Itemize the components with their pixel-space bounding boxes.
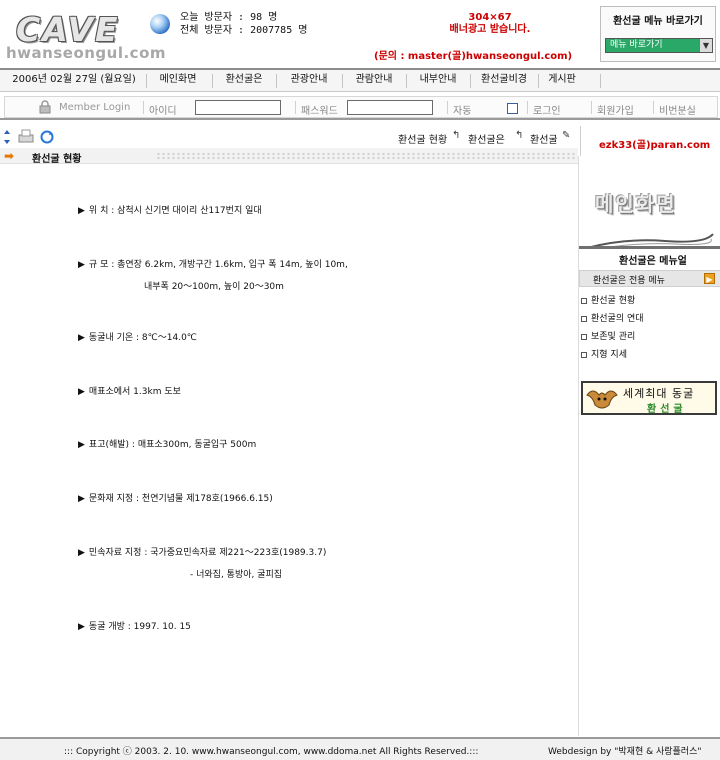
right-sidebar: 메인화면 환선굴은 메뉴얼 환선굴은 전용 메뉴 ▶ 환선굴 현황 환선굴의 연… — [578, 156, 720, 736]
triangle-bullet-icon: ▶ — [78, 206, 85, 216]
return-arrow-icon: ↰ — [515, 130, 524, 141]
quick-menu-select[interactable]: 메뉴 바로가기 ▼ — [605, 38, 713, 53]
arrow-right-icon[interactable]: ▶ — [704, 273, 715, 284]
page-toolbar: 환선굴 현황 ↰ 환선굴은 ↰ 환선굴 ✎ — [0, 124, 578, 150]
square-bullet-icon — [581, 297, 587, 304]
menu-item-home[interactable]: 메인화면 — [148, 70, 208, 92]
side-submenu-header[interactable]: 환선굴은 전용 메뉴 ▶ — [579, 270, 720, 287]
page-title: 환선굴 현황 — [32, 154, 82, 165]
contact-email-address[interactable]: ezk33(골)paran.com — [599, 136, 710, 151]
triangle-bullet-icon: ▶ — [78, 440, 85, 450]
triangle-bullet-icon: ▶ — [78, 260, 85, 270]
side-link-preservation[interactable]: 보존및 관리 — [581, 329, 635, 342]
breadcrumb-current[interactable]: 환선굴 현황 — [398, 131, 447, 146]
quick-menu-title: 환선굴 메뉴 바로가기 — [613, 16, 703, 27]
email-box: ezk33(골)paran.com — [580, 126, 720, 156]
site-logo[interactable]: CAVE hwanseongul.com — [6, 8, 166, 64]
menu-item-board[interactable]: 게시판 — [540, 70, 584, 92]
bat-banner-title: 세계최대 동굴 — [623, 387, 695, 400]
info-monument: ▶ 문화재 지정 : 천연기념물 제178호(1966.6.15) — [78, 494, 273, 504]
side-banner-text: 메인화면 — [595, 192, 677, 216]
triangle-bullet-icon: ▶ — [78, 548, 85, 558]
info-folklore-cont: - 너와집, 통방아, 굴피집 — [190, 570, 283, 580]
visitors-today: 오늘 방문자 : 98 명 — [180, 12, 278, 23]
square-bullet-icon — [581, 315, 587, 322]
visitor-counter: 오늘 방문자 : 98 명 전체 방문자 : 2007785 명 — [180, 11, 307, 37]
ad-banner-notice[interactable]: 304×67 배너광고 받습니다. — [380, 12, 600, 36]
breadcrumb-home[interactable]: 환선굴 — [530, 131, 558, 146]
banner-size: 304×67 — [468, 12, 512, 23]
updown-arrows-icon[interactable] — [4, 130, 10, 144]
side-link-status[interactable]: 환선굴 현황 — [581, 293, 635, 306]
info-scale-cont: 내부폭 20～100m, 높이 20～30m — [144, 282, 284, 292]
side-menu-title: 환선굴은 메뉴얼 — [579, 246, 720, 267]
menu-item-scenery[interactable]: 환선굴비경 — [472, 70, 536, 92]
info-elevation: ▶ 표고(해발) : 매표소300m, 동굴입구 500m — [78, 440, 257, 450]
webdesign-credit: Webdesign by "박재현 & 사랑플러스" — [548, 747, 702, 757]
menu-item-viewing[interactable]: 관람안내 — [344, 70, 404, 92]
print-icon[interactable] — [18, 129, 34, 143]
current-date: 2006년 02월 27일 (월요일) — [12, 74, 136, 85]
menu-item-tourism[interactable]: 관광안내 — [278, 70, 340, 92]
auto-login-label: 자동 — [453, 106, 472, 117]
double-arrow-icon: ➡ — [4, 149, 15, 163]
main-menu-bar: 2006년 02월 27일 (월요일) 메인화면 환선굴은 관광안내 관람안내 … — [0, 68, 720, 92]
info-temperature: ▶ 동굴내 기온 : 8℃～14.0℃ — [78, 333, 197, 343]
square-bullet-icon — [581, 351, 587, 358]
triangle-bullet-icon: ▶ — [78, 387, 85, 397]
bat-banner-subtitle: 환선굴 — [647, 404, 687, 415]
globe-icon — [150, 14, 170, 34]
pencil-icon: ✎ — [562, 130, 571, 141]
copyright-text: ::: Copyright ⓒ 2003. 2. 10. www.hwanseo… — [64, 747, 479, 757]
side-submenu-label: 환선굴은 전용 메뉴 — [593, 276, 665, 286]
login-button[interactable]: 로그인 — [533, 102, 561, 117]
footer: ::: Copyright ⓒ 2003. 2. 10. www.hwanseo… — [0, 737, 720, 760]
auto-login-checkbox[interactable] — [507, 103, 518, 114]
world-largest-cave-banner[interactable]: 세계최대 동굴 환선굴 — [581, 381, 717, 415]
info-location: ▶ 위 치 : 삼척시 신기면 대이리 산117번지 일대 — [78, 206, 262, 216]
member-login-label: Member Login — [59, 102, 131, 113]
dotted-divider — [156, 152, 576, 159]
id-label: 아이디 — [149, 106, 177, 117]
quick-menu-box: 환선굴 메뉴 바로가기 메뉴 바로가기 ▼ — [600, 6, 716, 62]
refresh-icon[interactable] — [40, 130, 54, 144]
info-opening: ▶ 동굴 개방 : 1997. 10. 15 — [78, 622, 191, 632]
password-input[interactable] — [347, 100, 433, 115]
cave-info-content: ▶ 위 치 : 삼척시 신기면 대이리 산117번지 일대 ▶ 규 모 : 총연장 … — [0, 165, 578, 737]
info-folklore: ▶ 민속자료 지정 : 국가중요민속자료 제221～223호(1989.3.7) — [78, 548, 327, 558]
return-arrow-icon: ↰ — [452, 130, 461, 141]
side-link-terrain[interactable]: 지형 지세 — [581, 347, 627, 360]
side-home-banner[interactable]: 메인화면 — [581, 166, 719, 258]
bat-icon — [586, 390, 618, 409]
id-input[interactable] — [195, 100, 281, 115]
lock-icon — [39, 100, 51, 114]
logo-domain: hwanseongul.com — [6, 44, 167, 62]
triangle-bullet-icon: ▶ — [78, 622, 85, 632]
triangle-bullet-icon: ▶ — [78, 494, 85, 504]
square-bullet-icon — [581, 333, 587, 340]
quick-menu-selected: 메뉴 바로가기 — [610, 40, 663, 50]
banner-notice-text: 배너광고 받습니다. — [449, 24, 531, 35]
side-link-history[interactable]: 환선굴의 연대 — [581, 311, 644, 324]
password-label: 패스워드 — [301, 106, 338, 117]
visitors-total: 전체 방문자 : 2007785 명 — [180, 25, 308, 36]
contact-email[interactable]: (문의 : master(골)hwanseongul.com) — [374, 47, 572, 62]
header: CAVE hwanseongul.com 오늘 방문자 : 98 명 전체 방문… — [0, 0, 720, 68]
toolbar-icons — [4, 129, 54, 144]
menu-item-about[interactable]: 환선굴은 — [214, 70, 274, 92]
page-title-bar: ➡ 환선굴 현황 — [0, 148, 578, 165]
chevron-down-icon[interactable]: ▼ — [699, 39, 712, 52]
menu-item-interior[interactable]: 내부안내 — [408, 70, 468, 92]
info-walk: ▶ 매표소에서 1.3km 도보 — [78, 387, 181, 397]
breadcrumb-section[interactable]: 환선굴은 — [468, 131, 505, 146]
triangle-bullet-icon: ▶ — [78, 333, 85, 343]
join-button[interactable]: 회원가입 — [597, 102, 634, 117]
login-bar: Member Login 아이디 패스워드 자동 로그인 회원가입 비번분실 — [0, 94, 720, 120]
find-password-button[interactable]: 비번분실 — [659, 102, 696, 117]
info-scale: ▶ 규 모 : 총연장 6.2km, 개방구간 1.6km, 입구 폭 14m, … — [78, 260, 348, 270]
